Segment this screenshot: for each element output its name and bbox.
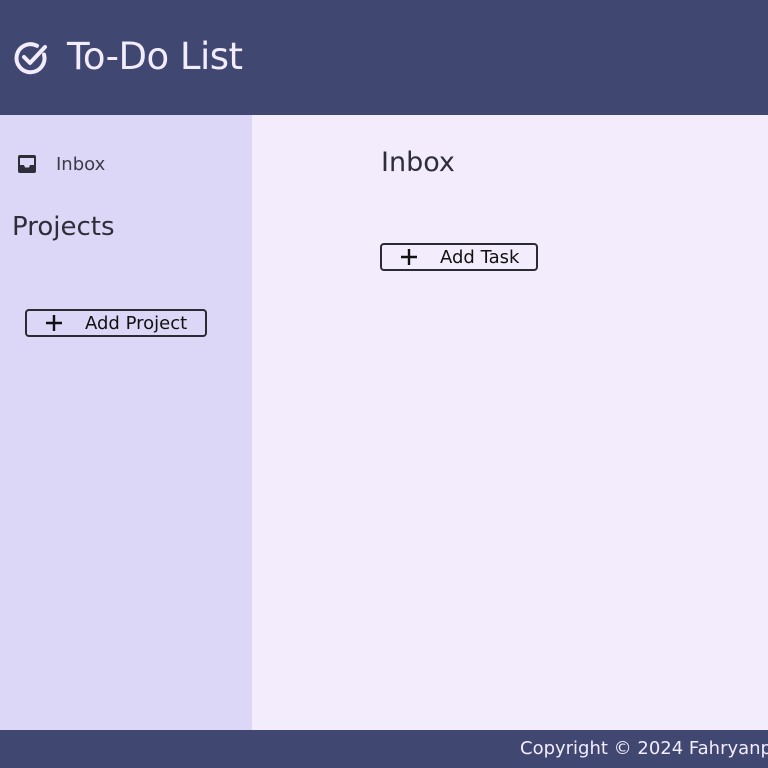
app-header: To-Do List [0, 0, 768, 115]
main-content [252, 115, 768, 730]
sidebar-item-label: Inbox [56, 153, 106, 175]
add-task-label: Add Task [440, 246, 520, 268]
inbox-icon [18, 155, 36, 173]
check-circle-icon [14, 42, 47, 75]
app-title: To-Do List [67, 35, 243, 78]
footer: Copyright © 2024 Fahryanp [0, 730, 768, 768]
sidebar-item-inbox[interactable]: Inbox [16, 148, 105, 180]
add-project-button[interactable]: Add Project [25, 309, 207, 337]
copyright-text: Copyright © 2024 Fahryanp [520, 738, 768, 759]
projects-heading: Projects [12, 212, 115, 242]
add-project-label: Add Project [85, 312, 188, 334]
plus-icon [401, 249, 417, 265]
page-title: Inbox [381, 147, 455, 178]
add-task-button[interactable]: Add Task [380, 243, 538, 271]
sidebar [0, 115, 252, 730]
plus-icon [46, 315, 62, 331]
